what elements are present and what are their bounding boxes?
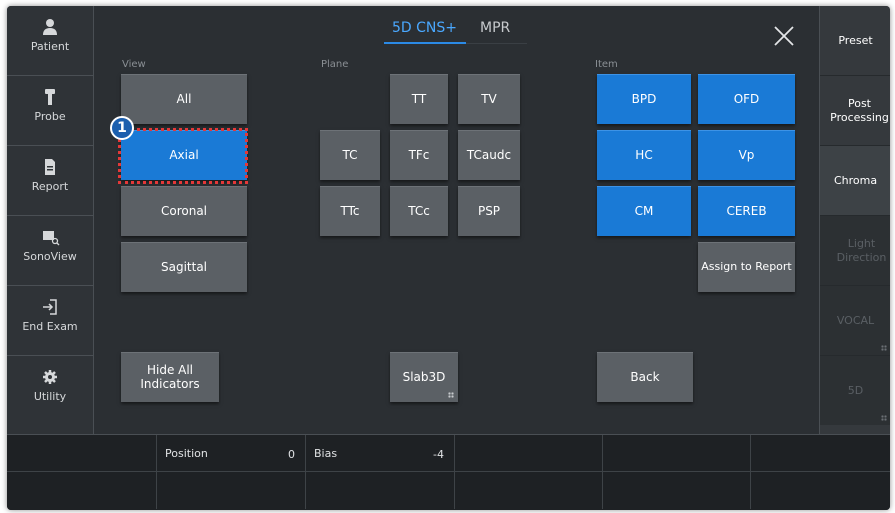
plane-psp-button[interactable]: PSP [458, 186, 520, 236]
param-cell-empty [603, 472, 751, 509]
item-bpd-button[interactable]: BPD [597, 74, 691, 124]
tab-5d-cns[interactable]: 5D CNS+ [392, 20, 457, 36]
bias-control[interactable]: Bias -4 [306, 435, 455, 472]
view-sagittal-button[interactable]: Sagittal [121, 242, 247, 292]
preset-button[interactable]: Preset [820, 6, 890, 76]
param-cell-empty [306, 472, 455, 509]
param-cell-empty [455, 435, 603, 472]
chroma-button[interactable]: Chroma [820, 146, 890, 216]
sidebar-item-patient[interactable]: Patient [7, 6, 93, 76]
param-cell-empty [455, 472, 603, 509]
item-vp-button[interactable]: Vp [698, 130, 795, 180]
slab3d-label: Slab3D [402, 369, 446, 384]
view-coronal-button[interactable]: Coronal [121, 186, 247, 236]
grip-icon [881, 415, 887, 421]
sonoview-icon [43, 231, 60, 246]
sidebar-item-label: End Exam [22, 320, 78, 333]
5d-button[interactable]: 5D [820, 356, 890, 425]
sidebar-item-label: Patient [30, 40, 70, 53]
5d-label: 5D [847, 383, 864, 397]
view-all-button[interactable]: All [121, 74, 247, 124]
plane-tfc-button[interactable]: TFc [390, 130, 448, 180]
gear-icon [43, 370, 57, 384]
item-cereb-button[interactable]: CEREB [698, 186, 795, 236]
vocal-button[interactable]: VOCAL [820, 286, 890, 356]
item-cm-button[interactable]: CM [597, 186, 691, 236]
ultrasound-touch-panel: Patient Probe Report SonoView End Exam U… [7, 6, 890, 510]
item-ofd-button[interactable]: OFD [698, 74, 795, 124]
back-button[interactable]: Back [597, 352, 693, 402]
position-control[interactable]: Position 0 [157, 435, 306, 472]
assign-to-report-button[interactable]: Assign to Report [698, 242, 795, 292]
vocal-label: VOCAL [836, 313, 875, 327]
slab3d-button[interactable]: Slab3D [390, 352, 458, 402]
grip-icon [881, 345, 887, 351]
close-icon[interactable] [772, 24, 796, 48]
section-label-item: Item [595, 59, 618, 70]
bottom-parameter-bar: Position 0 Bias -4 [7, 434, 890, 510]
item-hc-button[interactable]: HC [597, 130, 691, 180]
plane-tcc-button[interactable]: TCc [390, 186, 448, 236]
sidebar-item-probe[interactable]: Probe [7, 76, 93, 146]
sidebar-item-label: Utility [33, 390, 67, 403]
plane-tt-button[interactable]: TT [390, 74, 448, 124]
param-cell-empty [7, 435, 157, 472]
bias-label: Bias [314, 447, 338, 460]
view-axial-button[interactable]: Axial [121, 130, 247, 180]
step-badge: 1 [110, 116, 134, 140]
grip-icon [448, 392, 454, 398]
bias-value: -4 [433, 448, 444, 461]
param-cell-empty [603, 435, 751, 472]
hide-all-indicators-button[interactable]: Hide All Indicators [121, 352, 219, 402]
param-cell-empty [751, 472, 890, 509]
param-cell-empty [7, 472, 157, 509]
param-cell-empty [157, 472, 306, 509]
tab-mpr[interactable]: MPR [480, 20, 510, 36]
main-panel: 5D CNS+ MPR View Plane Item All Axial Co… [94, 6, 819, 434]
param-cell-empty [751, 435, 890, 472]
sidebar-item-label: Probe [34, 110, 66, 123]
sidebar-item-utility[interactable]: Utility [7, 356, 93, 426]
person-icon [43, 19, 57, 35]
sidebar-item-report[interactable]: Report [7, 146, 93, 216]
left-sidebar: Patient Probe Report SonoView End Exam U… [7, 6, 94, 434]
position-label: Position [165, 447, 208, 460]
sidebar-item-end-exam[interactable]: End Exam [7, 286, 93, 356]
right-sidebar: Preset Post Processing Chroma Light Dire… [819, 6, 890, 434]
plane-ttc-button[interactable]: TTc [320, 186, 380, 236]
section-label-plane: Plane [321, 59, 349, 70]
position-value: 0 [288, 448, 295, 461]
exit-icon [43, 299, 57, 315]
probe-icon [45, 89, 55, 105]
plane-tcaudc-button[interactable]: TCaudc [458, 130, 520, 180]
sidebar-item-label: Report [31, 180, 69, 193]
tab-active-indicator [384, 42, 466, 44]
light-direction-button[interactable]: Light Direction [820, 216, 890, 286]
plane-tv-button[interactable]: TV [458, 74, 520, 124]
sidebar-item-sonoview[interactable]: SonoView [7, 216, 93, 286]
post-processing-button[interactable]: Post Processing [820, 76, 890, 146]
plane-tc-button[interactable]: TC [320, 130, 380, 180]
document-icon [45, 159, 55, 175]
section-label-view: View [122, 59, 146, 70]
sidebar-item-label: SonoView [23, 250, 77, 263]
